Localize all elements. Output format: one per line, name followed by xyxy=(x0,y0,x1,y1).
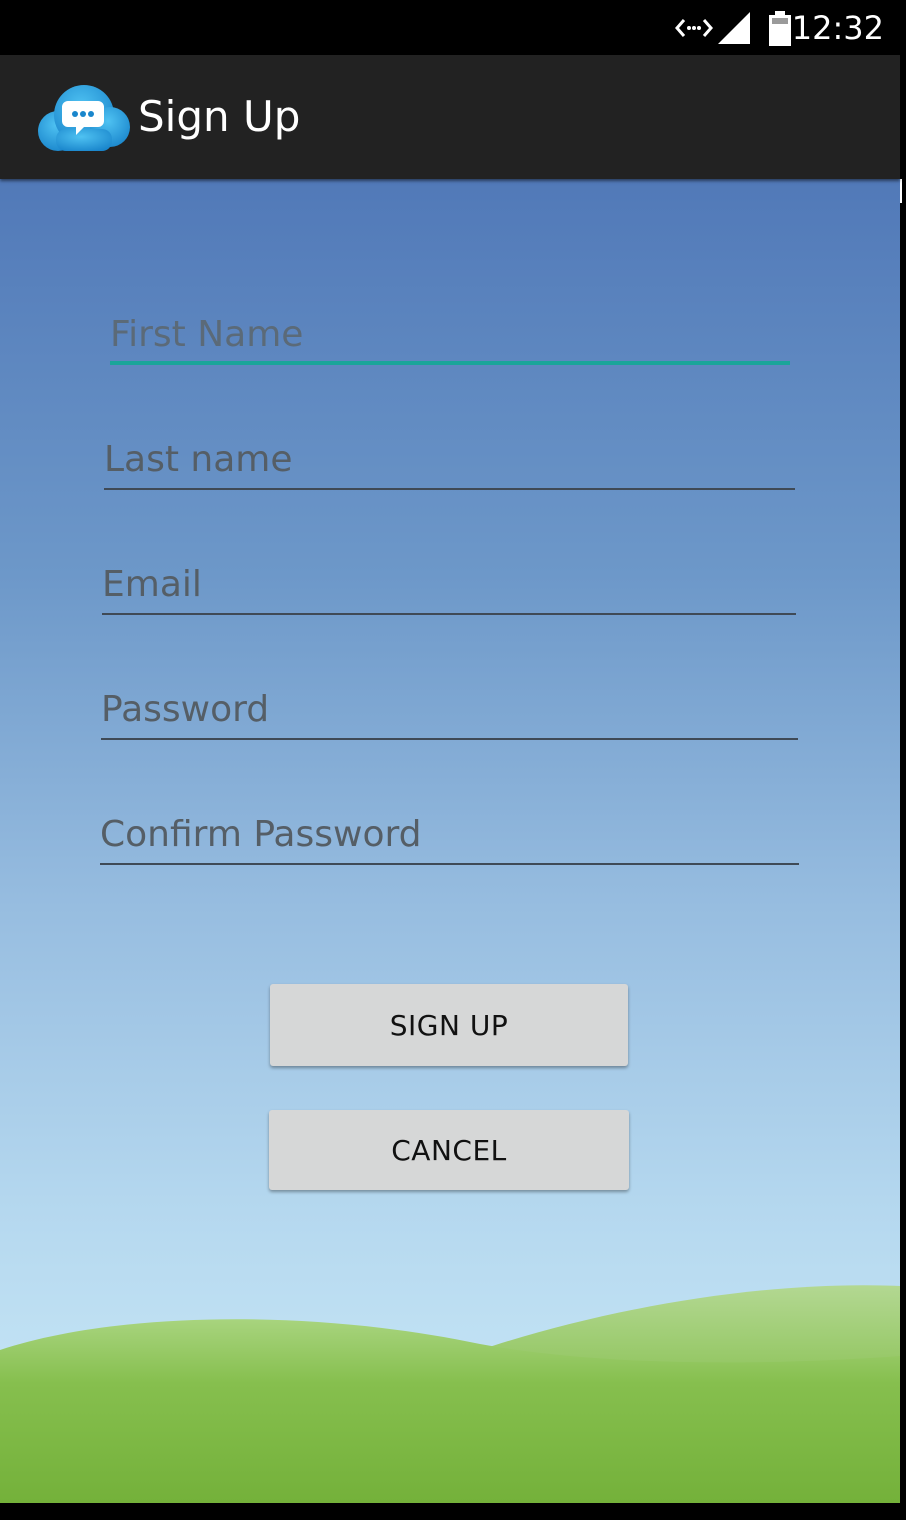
email-underline xyxy=(102,613,796,615)
cell-signal-icon xyxy=(718,12,750,44)
confirm-password-field[interactable] xyxy=(100,806,799,866)
email-field[interactable] xyxy=(102,556,796,616)
status-bar: 12:32 xyxy=(0,0,906,55)
email-input[interactable] xyxy=(102,556,796,612)
last-name-field[interactable] xyxy=(104,431,795,491)
battery-icon xyxy=(769,11,791,46)
sign-up-button[interactable]: SIGN UP xyxy=(270,984,628,1066)
app-bar: Sign Up xyxy=(0,55,900,179)
cloud-chat-icon xyxy=(38,85,130,151)
first-name-field[interactable] xyxy=(110,306,790,366)
data-sync-icon xyxy=(675,19,713,37)
password-input[interactable] xyxy=(101,681,798,737)
last-name-underline xyxy=(104,488,795,490)
screen-edge-bottom xyxy=(0,1503,906,1520)
status-time: 12:32 xyxy=(791,9,884,47)
first-name-input[interactable] xyxy=(110,306,790,362)
screen-edge-right xyxy=(900,179,906,1503)
edge-highlight xyxy=(900,179,902,203)
confirm-password-input[interactable] xyxy=(100,806,799,862)
confirm-password-underline xyxy=(100,863,799,865)
page-title: Sign Up xyxy=(138,92,301,141)
password-underline xyxy=(101,738,798,740)
first-name-underline xyxy=(110,361,790,365)
last-name-input[interactable] xyxy=(104,431,795,487)
grass-hills-background xyxy=(0,1285,900,1503)
password-field[interactable] xyxy=(101,681,798,741)
cancel-button[interactable]: CANCEL xyxy=(269,1110,629,1190)
